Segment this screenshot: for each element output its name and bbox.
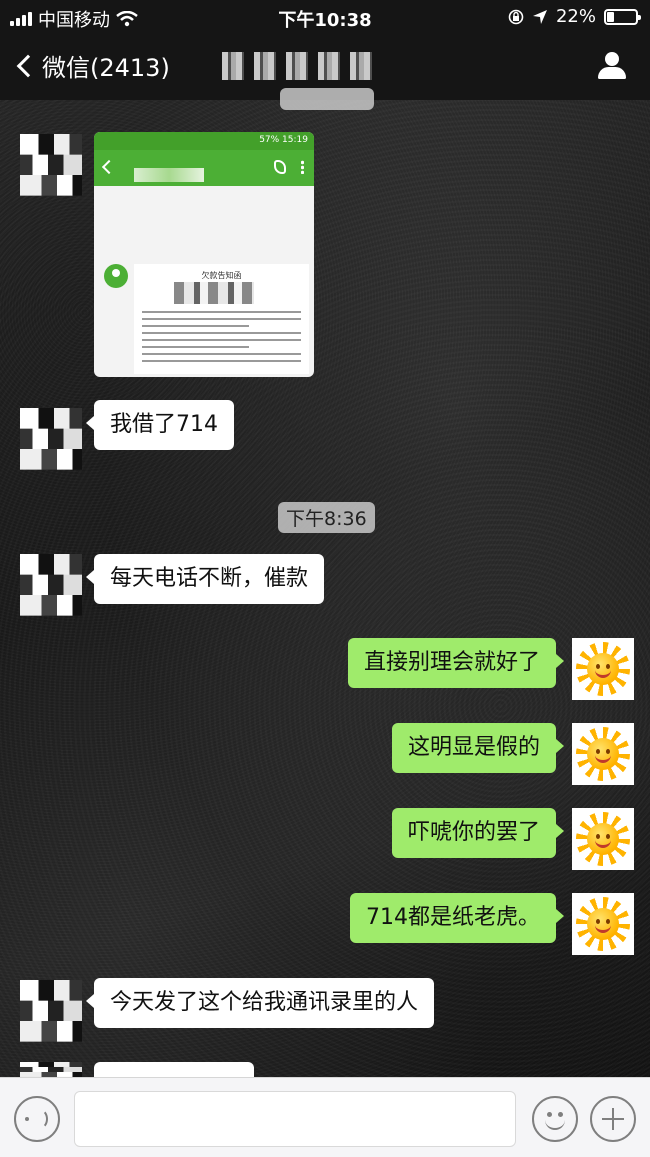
status-bar: 中国移动 下午10:38 22% [0, 0, 650, 34]
self-avatar[interactable] [572, 638, 634, 700]
profile-icon[interactable] [596, 50, 628, 82]
message-bubble-in[interactable]: 每天电话不断，催款 [85, 554, 325, 604]
chevron-left-icon [16, 54, 40, 77]
user-icon [104, 264, 128, 288]
contact-avatar[interactable] [20, 1062, 82, 1077]
contact-avatar[interactable] [20, 408, 82, 470]
input-bar [0, 1077, 650, 1157]
contact-avatar[interactable] [20, 554, 82, 616]
message-bubble-in[interactable]: 我借了714 [86, 400, 234, 450]
smiley-icon [545, 1120, 565, 1130]
battery-icon [604, 8, 641, 25]
message-bubble-out[interactable]: 直接别理会就好了 [347, 638, 565, 688]
battery-level [607, 11, 614, 22]
status-right: 22% [508, 6, 641, 27]
voice-button[interactable] [14, 1096, 60, 1142]
contact-avatar[interactable] [20, 134, 82, 196]
contact-avatar[interactable] [20, 980, 82, 1042]
message-bubble-out[interactable]: 吓唬你的罢了 [391, 808, 565, 858]
message-bubble-out[interactable]: 714都是纸老虎。 [350, 893, 564, 943]
image-message[interactable]: 57% 15:19 欠款告知函 [94, 132, 314, 377]
image-toolbar [94, 150, 314, 186]
self-avatar[interactable] [572, 893, 634, 955]
self-avatar[interactable] [572, 808, 634, 870]
back-button[interactable]: 微信(2413) [14, 48, 170, 83]
message-input[interactable] [74, 1091, 516, 1147]
document-preview: 欠款告知函 [134, 264, 309, 374]
image-status-bar: 57% 15:19 [94, 132, 314, 150]
back-arrow-icon [101, 159, 117, 175]
message-bubble-in-partial[interactable] [86, 1062, 254, 1092]
back-label: 微信(2413) [42, 54, 170, 82]
emoji-button[interactable] [532, 1096, 578, 1142]
location-arrow-icon [532, 9, 547, 24]
more-icon [301, 160, 304, 174]
message-bubble-in[interactable]: 今天发了这个给我通讯录里的人 [85, 978, 435, 1028]
time-separator-hidden [280, 88, 374, 110]
document-title: 欠款告知函 [201, 271, 242, 280]
time-separator: 下午8:36 [278, 502, 375, 533]
chat-title-pixelated [222, 52, 372, 80]
battery-percent: 22% [555, 6, 596, 27]
self-avatar[interactable] [572, 723, 634, 785]
rotation-lock-icon [508, 9, 524, 24]
phone-icon [274, 160, 286, 174]
voice-icon [25, 1109, 48, 1129]
plus-button[interactable] [590, 1096, 636, 1142]
message-bubble-out[interactable]: 这明显是假的 [391, 723, 565, 773]
